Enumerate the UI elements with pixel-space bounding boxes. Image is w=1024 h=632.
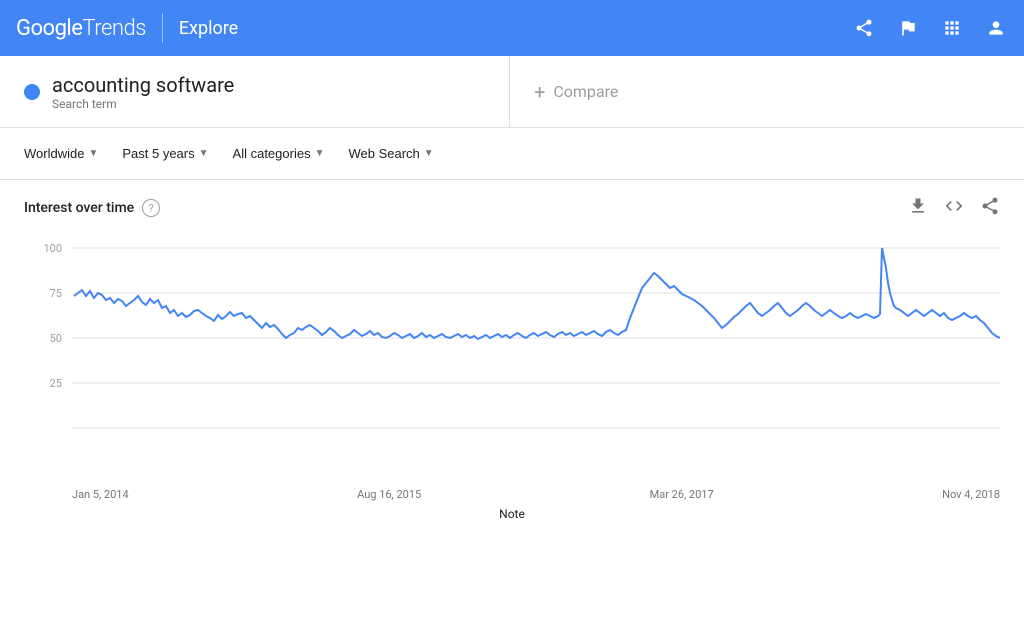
compare-plus-icon: + (534, 80, 545, 104)
apps-icon[interactable] (940, 16, 964, 40)
compare-text: Compare (553, 82, 618, 101)
search-type-filter-arrow: ▼ (424, 148, 434, 159)
time-range-filter-label: Past 5 years (122, 146, 194, 161)
account-icon[interactable] (984, 16, 1008, 40)
search-area: accounting software Search term + Compar… (0, 56, 1024, 128)
search-type-filter-label: Web Search (348, 146, 419, 161)
compare-container[interactable]: + Compare (510, 56, 1024, 127)
svg-text:75: 75 (50, 287, 62, 300)
search-type-label: Search term (52, 97, 234, 111)
location-filter-arrow: ▼ (88, 148, 98, 159)
chart-canvas: 100 75 50 25 Jan 5, 2014 Aug 16, 2015 Ma… (24, 228, 1000, 528)
chart-x-labels: Jan 5, 2014 Aug 16, 2015 Mar 26, 2017 No… (24, 488, 1000, 501)
x-label-3: Mar 26, 2017 (650, 488, 714, 501)
search-dot (24, 84, 40, 100)
chart-title: Interest over time (24, 200, 134, 216)
flag-icon[interactable] (896, 16, 920, 40)
share-icon[interactable] (852, 16, 876, 40)
chart-actions (908, 196, 1000, 220)
chart-header: Interest over time ? (24, 196, 1000, 220)
header-divider (162, 13, 163, 43)
chart-title-group: Interest over time ? (24, 199, 160, 217)
logo-text: GoogleTrends (16, 16, 146, 41)
header: GoogleTrends Explore (0, 0, 1024, 56)
header-explore: Explore (179, 18, 238, 39)
svg-text:100: 100 (43, 242, 62, 255)
x-label-4: Nov 4, 2018 (942, 488, 1000, 501)
logo-area: GoogleTrends Explore (16, 13, 238, 43)
time-range-filter-arrow: ▼ (199, 148, 209, 159)
logo-trends: Trends (82, 16, 145, 41)
search-text-group: accounting software Search term (52, 73, 234, 111)
x-label-1: Jan 5, 2014 (72, 488, 129, 501)
search-term-label: accounting software (52, 73, 234, 97)
embed-icon[interactable] (944, 196, 964, 220)
x-label-2: Aug 16, 2015 (357, 488, 421, 501)
categories-filter[interactable]: All categories ▼ (225, 140, 333, 167)
search-type-filter[interactable]: Web Search ▼ (340, 140, 441, 167)
time-range-filter[interactable]: Past 5 years ▼ (114, 140, 216, 167)
svg-text:25: 25 (50, 377, 62, 390)
filters-bar: Worldwide ▼ Past 5 years ▼ All categorie… (0, 128, 1024, 180)
chart-svg: 100 75 50 25 (24, 228, 1000, 488)
logo-google: Google (16, 16, 82, 41)
download-icon[interactable] (908, 196, 928, 220)
location-filter[interactable]: Worldwide ▼ (16, 140, 106, 167)
chart-section: Interest over time ? 100 75 (0, 180, 1024, 528)
categories-filter-arrow: ▼ (315, 148, 325, 159)
chart-note: Note (24, 507, 1000, 521)
search-term-container: accounting software Search term (0, 56, 510, 127)
chart-help-icon[interactable]: ? (142, 199, 160, 217)
categories-filter-label: All categories (233, 146, 311, 161)
share-chart-icon[interactable] (980, 196, 1000, 220)
location-filter-label: Worldwide (24, 146, 84, 161)
header-actions (852, 16, 1008, 40)
svg-text:50: 50 (50, 332, 62, 345)
